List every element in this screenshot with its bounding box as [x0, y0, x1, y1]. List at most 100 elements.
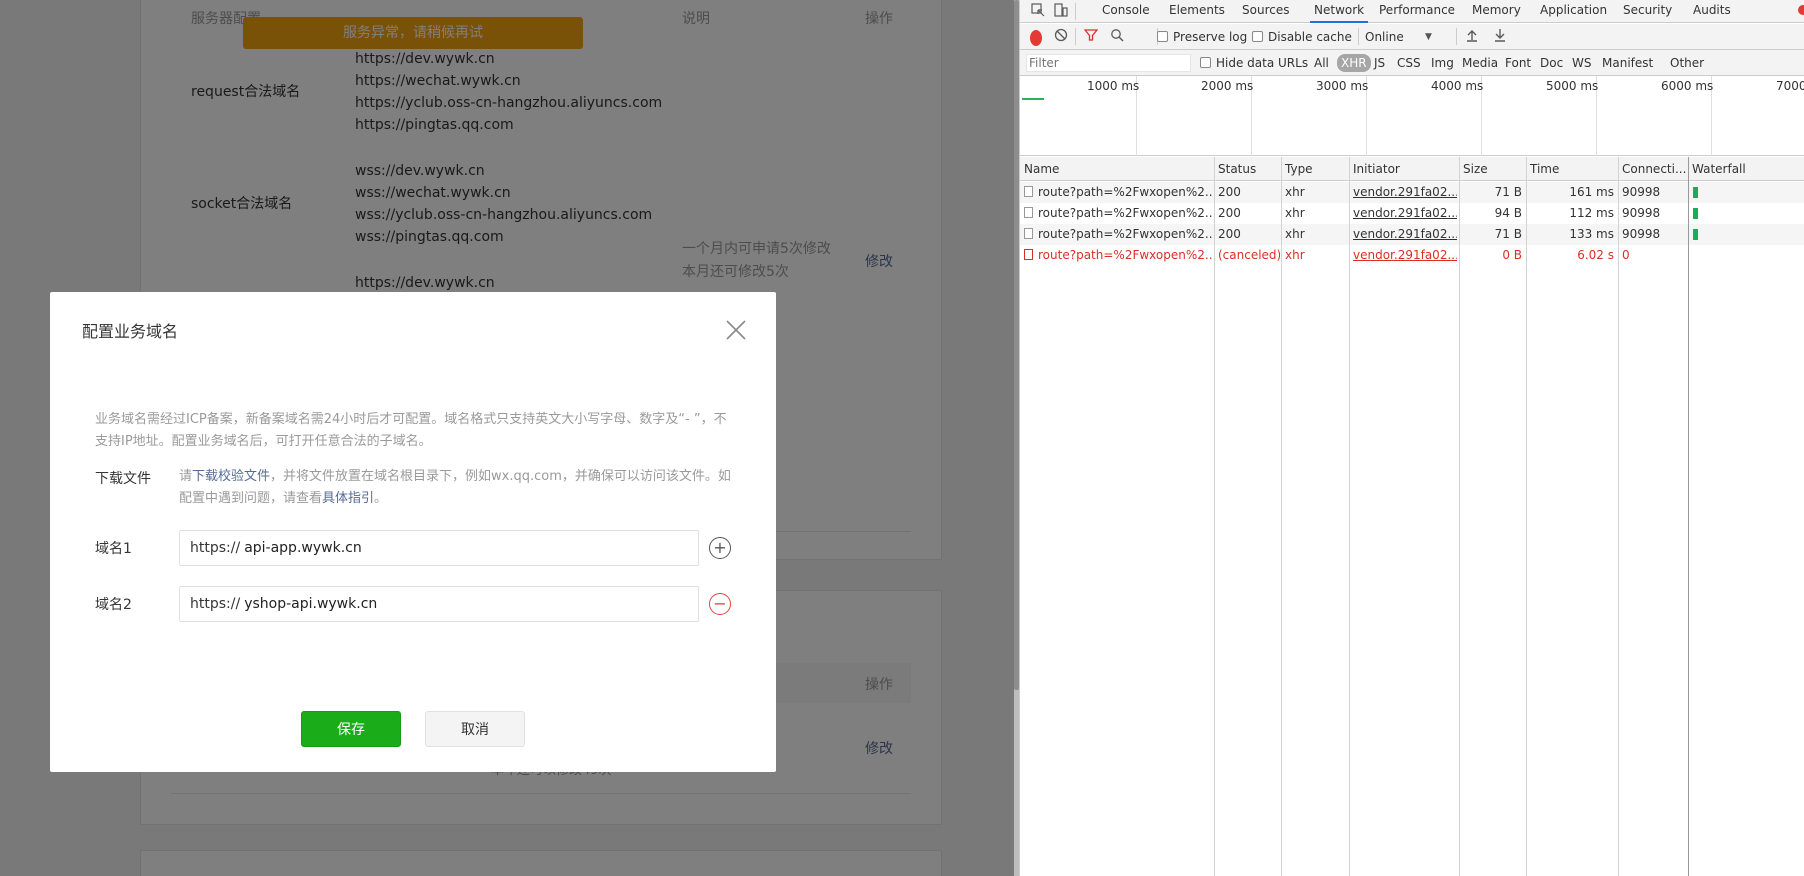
domain1-field[interactable]: https://: [179, 530, 699, 566]
device-toolbar-icon[interactable]: [1053, 3, 1069, 19]
filter-type-css[interactable]: CSS: [1397, 55, 1421, 71]
request-time: 112 ms: [1528, 203, 1614, 224]
table-row[interactable]: route?path=%2Fwxopen%2... 200 xhr vendor.29…: [1020, 182, 1804, 203]
request-connection-id: 90998: [1622, 224, 1686, 245]
checkbox-icon: [1157, 31, 1168, 42]
clear-icon[interactable]: [1054, 28, 1068, 44]
request-time: 133 ms: [1528, 224, 1614, 245]
preserve-log-checkbox[interactable]: Preserve log: [1157, 29, 1247, 45]
cancel-button[interactable]: 取消: [425, 711, 525, 747]
filter-type-doc[interactable]: Doc: [1540, 55, 1563, 71]
column-header-name[interactable]: Name: [1020, 157, 1214, 181]
column-divider: [1688, 157, 1689, 876]
add-domain-icon[interactable]: +: [709, 537, 731, 559]
hide-data-urls-checkbox[interactable]: Hide data URLs: [1200, 55, 1308, 71]
separator: [1075, 28, 1076, 45]
request-type: xhr: [1285, 182, 1347, 203]
filter-type-manifest[interactable]: Manifest: [1602, 55, 1653, 71]
tab-audits[interactable]: Audits: [1693, 0, 1731, 23]
request-size-text: 71 B: [1494, 185, 1522, 199]
column-header-initiator[interactable]: Initiator: [1349, 157, 1459, 181]
request-initiator-text: vendor.291fa02...: [1353, 206, 1457, 220]
tab-network[interactable]: Network: [1310, 0, 1369, 23]
column-header-waterfall[interactable]: Waterfall: [1688, 157, 1804, 181]
request-name: route?path=%2Fwxopen%2...: [1024, 182, 1212, 203]
column-header-status[interactable]: Status: [1214, 157, 1281, 181]
table-row[interactable]: route?path=%2Fwxopen%2... 200 xhr vendor.29…: [1020, 224, 1804, 245]
dialog-title: 配置业务域名: [82, 322, 179, 341]
domain1-input[interactable]: [244, 540, 645, 556]
request-time-text: 161 ms: [1569, 185, 1614, 199]
column-divider: [1459, 157, 1460, 876]
request-initiator[interactable]: vendor.291fa02...: [1353, 182, 1457, 203]
tab-application[interactable]: Application: [1540, 0, 1607, 23]
request-initiator[interactable]: vendor.291fa02...: [1353, 203, 1457, 224]
file-icon: [1024, 207, 1033, 218]
request-status-text: 200: [1218, 227, 1241, 241]
request-name: route?path=%2Fwxopen%2...: [1024, 245, 1212, 266]
request-initiator[interactable]: vendor.291fa02...: [1353, 224, 1457, 245]
filter-icon[interactable]: [1083, 28, 1099, 44]
guide-link[interactable]: 具体指引: [322, 491, 374, 506]
request-type: xhr: [1285, 203, 1347, 224]
column-header-type[interactable]: Type: [1281, 157, 1349, 181]
request-size: 0 B: [1461, 245, 1522, 266]
domain2-label: 域名2: [95, 597, 132, 613]
table-row[interactable]: route?path=%2Fwxopen%2... (canceled) xhr ve…: [1020, 245, 1804, 266]
tab-elements[interactable]: Elements: [1169, 0, 1225, 23]
dialog-intro: 业务域名需经过ICP备案，新备案域名需24小时后才可配置。域名格式只支持英文大小…: [95, 412, 727, 449]
import-har-icon[interactable]: [1466, 28, 1478, 44]
tab-sources[interactable]: Sources: [1242, 0, 1289, 23]
waterfall-bar: [1693, 229, 1698, 240]
remove-domain-icon[interactable]: −: [709, 593, 731, 615]
error-count-icon[interactable]: [1798, 5, 1804, 15]
request-time-text: 112 ms: [1569, 206, 1614, 220]
filter-type-other[interactable]: Other: [1670, 55, 1704, 71]
filter-input[interactable]: [1026, 54, 1191, 72]
filter-type-all[interactable]: All: [1314, 55, 1329, 71]
timeline-tick: 7000: [1776, 79, 1804, 93]
inspect-element-icon[interactable]: [1030, 3, 1046, 19]
protocol-prefix: https://: [190, 596, 241, 612]
filter-bar: Hide data URLs All XHR JS CSS Img Media …: [1020, 50, 1804, 76]
request-name-text: route?path=%2Fwxopen%2...: [1038, 206, 1212, 220]
search-icon[interactable]: [1110, 28, 1124, 44]
request-connection-id: 0: [1622, 245, 1686, 266]
save-button[interactable]: 保存: [301, 711, 401, 747]
tab-performance[interactable]: Performance: [1379, 0, 1455, 23]
filter-type-xhr[interactable]: XHR: [1337, 54, 1371, 72]
request-type: xhr: [1285, 224, 1347, 245]
filter-type-img[interactable]: Img: [1431, 55, 1454, 71]
request-size: 71 B: [1461, 182, 1522, 203]
download-verify-file-link[interactable]: 下载校验文件: [192, 469, 270, 484]
request-name-text: route?path=%2Fwxopen%2...: [1038, 227, 1212, 241]
disable-cache-checkbox[interactable]: Disable cache: [1252, 29, 1352, 45]
record-icon[interactable]: [1030, 30, 1042, 46]
close-icon[interactable]: [724, 318, 748, 342]
tab-memory[interactable]: Memory: [1472, 0, 1521, 23]
filter-type-ws[interactable]: WS: [1572, 55, 1591, 71]
request-type: xhr: [1285, 245, 1347, 266]
column-header-size[interactable]: Size: [1459, 157, 1526, 181]
hide-data-urls-label: Hide data URLs: [1216, 56, 1309, 70]
filter-type-media[interactable]: Media: [1462, 55, 1498, 71]
filter-type-js[interactable]: JS: [1374, 55, 1385, 71]
request-connection-id-text: 90998: [1622, 206, 1661, 220]
column-header-connection[interactable]: Connecti...: [1618, 157, 1688, 181]
tab-security[interactable]: Security: [1623, 0, 1672, 23]
tab-console[interactable]: Console: [1102, 0, 1150, 23]
throttling-value: Online: [1365, 30, 1404, 44]
waterfall-bar: [1693, 187, 1698, 198]
table-row[interactable]: route?path=%2Fwxopen%2... 200 xhr vendor.29…: [1020, 203, 1804, 224]
column-header-time[interactable]: Time: [1526, 157, 1618, 181]
request-initiator[interactable]: vendor.291fa02...: [1353, 245, 1457, 266]
file-icon: [1024, 186, 1033, 197]
network-overview-timeline[interactable]: 1000 ms 2000 ms 3000 ms 4000 ms 5000 ms …: [1020, 76, 1804, 156]
devtools-panel: Console Elements Sources Network Perform…: [1019, 0, 1804, 876]
filter-type-font[interactable]: Font: [1505, 55, 1531, 71]
throttling-select[interactable]: Online ▼: [1365, 29, 1432, 45]
domain2-field[interactable]: https://: [179, 586, 699, 622]
request-name-text: route?path=%2Fwxopen%2...: [1038, 248, 1212, 262]
domain2-input[interactable]: [244, 596, 645, 612]
export-har-icon[interactable]: [1494, 28, 1506, 44]
